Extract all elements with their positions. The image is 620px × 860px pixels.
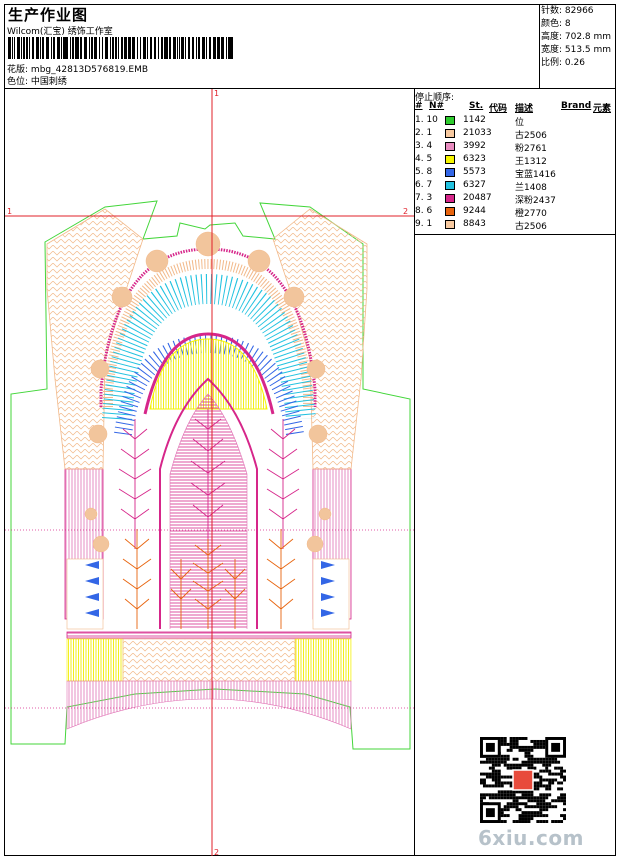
row-stitches: 9244 <box>463 206 486 216</box>
stitch-count: 针数: 82966 <box>541 6 594 16</box>
sequence-row: 5. 8 5573 宝蓝1416 <box>415 166 615 180</box>
row-number: 1. 10 <box>415 115 438 125</box>
sequence-row: 2. 1 21033 古2506 <box>415 127 615 141</box>
sequence-row: 9. 1 8843 古2506 <box>415 218 615 232</box>
sequence-row: 3. 4 3992 粉2761 <box>415 140 615 154</box>
header-brand: Brand <box>561 101 592 111</box>
sequence-header: # N# St. 代码 描述 Brand 元素 <box>415 101 615 114</box>
colorway-line: 色位: 中国刺绣 <box>7 77 67 87</box>
watermark-logo: 6xiu.com <box>478 826 584 850</box>
color-swatch <box>445 220 455 229</box>
design-scale: 比例: 0.26 <box>541 58 585 68</box>
row-stitches: 21033 <box>463 128 492 138</box>
row-stitches: 3992 <box>463 141 486 151</box>
row-stitches: 5573 <box>463 167 486 177</box>
color-swatch <box>445 129 455 138</box>
row-stitches: 1142 <box>463 115 486 125</box>
lower-band-middle <box>122 638 296 682</box>
design-height: 高度: 702.8 mm <box>541 32 612 42</box>
divider-sequence-bottom <box>414 234 616 235</box>
header-desc: 描述 <box>515 104 534 114</box>
divider-header-stats <box>539 4 540 89</box>
color-swatch <box>445 142 455 151</box>
guide-label-top: 1 <box>214 89 219 98</box>
sequence-row: 7. 3 20487 深粉2437 <box>415 192 615 206</box>
studio-name: Wilcom(汇宝) 绣饰工作室 <box>7 27 113 37</box>
header-num: # <box>415 101 423 111</box>
sequence-row: 4. 5 6323 王1312 <box>415 153 615 167</box>
color-swatch <box>445 207 455 216</box>
color-swatch <box>445 155 455 164</box>
lower-band-right-yellow <box>294 638 352 682</box>
qr-code <box>480 737 566 823</box>
color-count: 颜色: 8 <box>541 19 571 29</box>
row-number: 8. 6 <box>415 206 433 216</box>
color-swatch <box>445 168 455 177</box>
row-description: 古2506 <box>515 222 547 232</box>
header-element: 元素 <box>593 104 612 114</box>
sequence-row: 6. 7 6327 兰1408 <box>415 179 615 193</box>
row-stitches: 6327 <box>463 180 486 190</box>
row-number: 3. 4 <box>415 141 433 151</box>
color-swatch <box>445 181 455 190</box>
row-stitches: 6323 <box>463 154 486 164</box>
design-stats: 针数: 82966 颜色: 8 高度: 702.8 mm 宽度: 513.5 m… <box>541 5 611 70</box>
row-number: 9. 1 <box>415 219 433 229</box>
sequence-row: 1. 10 1142 位 <box>415 114 615 128</box>
embroidery-design: 1 2 1 2 <box>5 89 414 856</box>
right-lower-panel <box>312 558 350 630</box>
page-title: 生产作业图 <box>8 6 89 24</box>
row-number: 7. 3 <box>415 193 433 203</box>
lower-hem <box>66 680 352 730</box>
row-number: 6. 7 <box>415 180 433 190</box>
row-stitches: 8843 <box>463 219 486 229</box>
color-swatch <box>445 194 455 203</box>
row-number: 4. 5 <box>415 154 433 164</box>
guide-label-left: 1 <box>7 207 12 216</box>
design-width: 宽度: 513.5 mm <box>541 45 612 55</box>
row-number: 5. 8 <box>415 167 433 177</box>
color-swatch <box>445 116 455 125</box>
row-number: 2. 1 <box>415 128 433 138</box>
header-code: 代码 <box>489 104 508 114</box>
barcode <box>8 37 234 59</box>
row-stitches: 20487 <box>463 193 492 203</box>
lower-band-border <box>66 631 352 639</box>
guide-label-right: 2 <box>403 207 408 216</box>
header-st: St. <box>469 101 484 111</box>
lower-band-left-yellow <box>66 638 124 682</box>
header-n: N# <box>429 101 445 111</box>
sequence-row: 8. 6 9244 橙2770 <box>415 205 615 219</box>
guide-label-bottom: 2 <box>214 848 219 856</box>
colorway: 中国刺绣 <box>30 77 67 87</box>
